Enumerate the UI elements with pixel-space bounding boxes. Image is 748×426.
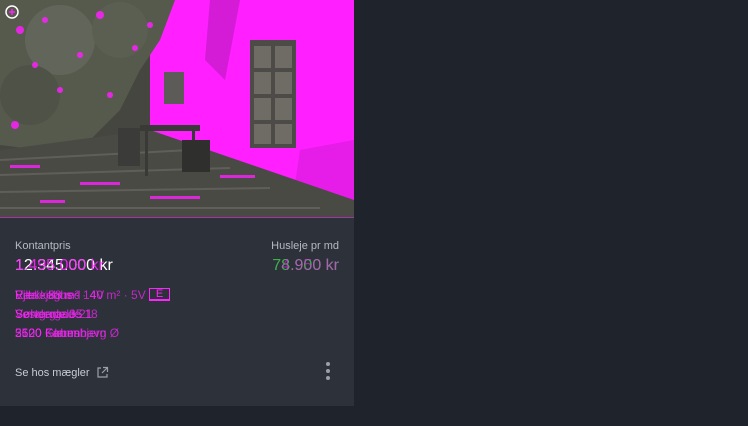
price-value: 12.345.000 kr 1.495.000 kr: [15, 256, 175, 276]
spec-city: 5620 Glamsbjerg 3520 Farum 2100 Københav…: [15, 326, 335, 345]
listing-photo[interactable]: [0, 0, 354, 218]
spec-type-c: Ejerlejlighed: [15, 288, 81, 302]
broker-link-label: Se hos mægler: [15, 366, 90, 379]
price-label: Kontantpris: [15, 240, 71, 252]
rent-value: 78.900 kr 4.950 kr: [219, 256, 339, 276]
spec-address-c: Vestergade 21: [15, 307, 93, 321]
listing-card[interactable]: Kontantpris Husleje pr md 12.345.000 kr …: [0, 0, 354, 406]
property-specs: Villa · 88 m² · 4V Rækkehus · 140 m² · 5…: [15, 288, 335, 345]
more-options-button[interactable]: [321, 359, 335, 383]
more-dot: [326, 369, 330, 373]
logo-icon: [5, 5, 19, 19]
energy-label-badge: E: [149, 288, 170, 301]
more-vertical-icon: [326, 362, 330, 366]
listing-photo-image: [0, 0, 354, 218]
spec-address: Sølvgade 35 Søndergade 18 Vestergade 21: [15, 307, 335, 326]
rent-label: Husleje pr md: [271, 240, 339, 252]
external-link-icon: [96, 366, 108, 378]
price-value-b: 1.495.000 kr: [15, 257, 104, 274]
more-dot: [326, 376, 330, 380]
rent-value-b: 4.950 kr: [281, 257, 339, 274]
spec-city-c: 2100 København Ø: [15, 326, 120, 340]
broker-link[interactable]: Se hos mægler: [15, 366, 109, 379]
spec-type-size: Villa · 88 m² · 4V Rækkehus · 140 m² · 5…: [15, 288, 335, 307]
